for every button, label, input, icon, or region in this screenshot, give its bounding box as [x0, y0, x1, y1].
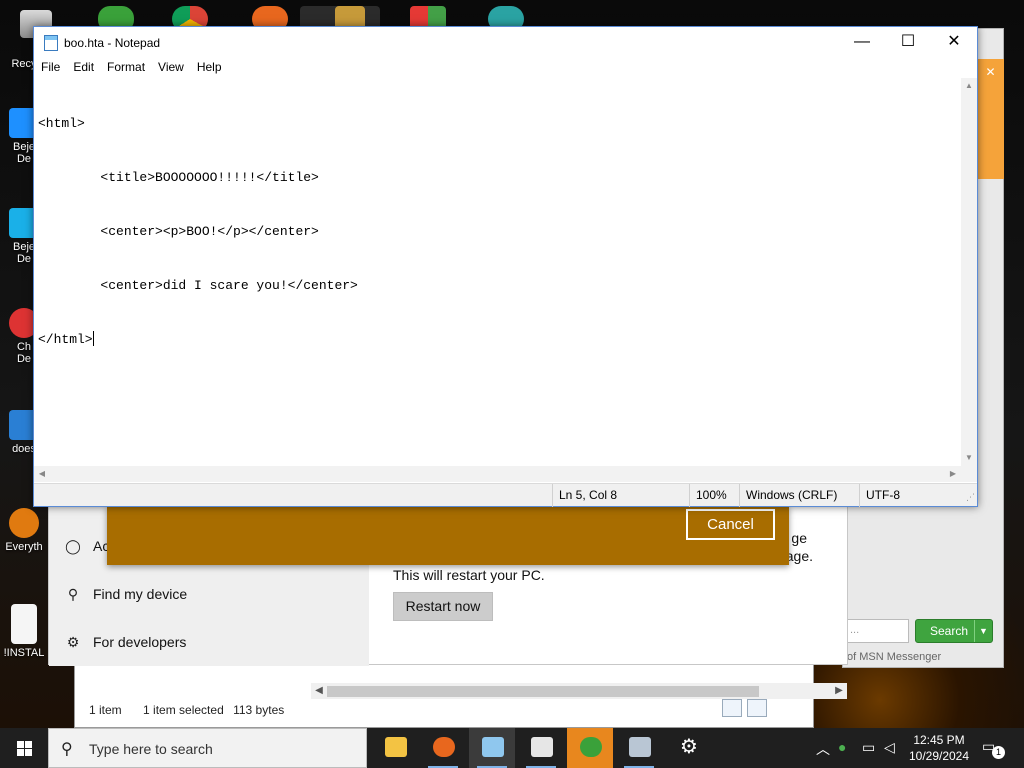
resize-grip-icon[interactable]: ⋰	[966, 492, 975, 503]
scrollbar-corner	[961, 466, 977, 482]
firefox-icon	[433, 737, 455, 757]
restart-now-button[interactable]: Restart now	[393, 592, 493, 621]
explorer-status-bar: 1 item 1 item selected 113 bytes	[89, 703, 285, 717]
person-pin-icon: ⚲	[67, 586, 79, 602]
close-button[interactable]: ✕	[931, 27, 977, 57]
cursor-position: Ln 5, Col 8	[552, 484, 684, 507]
volume-icon[interactable]: ◁	[884, 739, 895, 756]
menu-help[interactable]: Help	[190, 58, 228, 74]
clock-time: 12:45 PM	[913, 733, 965, 747]
taskbar-firefox[interactable]	[420, 728, 466, 768]
editor-line-last: </html>	[38, 331, 94, 347]
settings-nav-item-find-my-device[interactable]: ⚲ Find my device	[63, 586, 187, 608]
editor-line: <center><p>BOO!</p></center>	[38, 224, 319, 239]
notepad-window[interactable]: boo.hta - Notepad — ☐ ✕ File Edit Format Vi…	[33, 26, 978, 507]
menu-format[interactable]: Format	[100, 58, 151, 74]
text-caret	[92, 331, 94, 346]
menu-edit[interactable]: Edit	[66, 58, 100, 74]
notepad-title-bar[interactable]: boo.hta - Notepad — ☐ ✕	[34, 27, 977, 58]
maximize-button[interactable]: ☐	[885, 27, 931, 57]
vertical-scrollbar[interactable]: ▲ ▼	[961, 78, 977, 466]
taskbar-settings[interactable]: ⚙	[665, 728, 711, 768]
gear-icon: ⚙	[680, 736, 698, 758]
text-file-icon	[11, 604, 37, 644]
text-editor[interactable]: <html> <title>BOOOOOOO!!!!!</title> <cen…	[34, 78, 961, 466]
settings-nav-item-for-developers[interactable]: ⚙ For developers	[63, 634, 187, 656]
network-icon[interactable]: ▭	[862, 739, 875, 756]
taskbar-file-explorer[interactable]	[372, 728, 418, 768]
msn-side-panel: ✕	[977, 59, 1004, 179]
search-icon: ⚲	[61, 741, 73, 758]
search-placeholder: Type here to search	[89, 741, 213, 757]
minimize-button[interactable]: —	[839, 27, 885, 57]
taskbar-app-2[interactable]	[616, 728, 662, 768]
chevron-up-icon[interactable]: ︿	[816, 739, 830, 759]
explorer-horizontal-scrollbar[interactable]: ◀ ▶	[311, 683, 847, 699]
restart-message: This will restart your PC.	[393, 567, 545, 583]
close-icon[interactable]: ✕	[977, 65, 1004, 79]
chevron-down-icon[interactable]: ▼	[974, 620, 992, 642]
messenger-tray-icon[interactable]: ●	[838, 739, 846, 755]
windows-logo-icon	[17, 741, 24, 748]
update-dialog: Cancel	[107, 505, 789, 565]
window-title: boo.hta - Notepad	[64, 36, 161, 50]
msn-search-button[interactable]: Search ▼	[915, 619, 993, 643]
system-clock[interactable]: 12:45 PM 10/29/2024	[906, 732, 972, 764]
desktop-icon-everything[interactable]: Everyth	[2, 508, 46, 553]
menu-bar: File Edit Format View Help	[34, 58, 977, 78]
taskbar-search-box[interactable]: ⚲ Type here to search	[48, 728, 367, 768]
cancel-button[interactable]: Cancel	[686, 509, 775, 540]
taskbar: ⚲ Type here to search ⚙ ︿ ● ▭ ◁ 12:45 PM…	[0, 728, 1024, 768]
menu-view[interactable]: View	[151, 58, 190, 74]
scroll-left-icon[interactable]: ◀	[34, 466, 50, 482]
scroll-thumb[interactable]	[327, 686, 759, 697]
scroll-down-icon[interactable]: ▼	[961, 450, 977, 466]
editor-line: <title>BOOOOOOO!!!!!</title>	[38, 170, 319, 185]
desktop-icon-install[interactable]: !INSTAL	[2, 604, 46, 659]
taskbar-notepad[interactable]	[469, 728, 515, 768]
status-bar: Ln 5, Col 8 100% Windows (CRLF) UTF-8 ⋰	[34, 483, 977, 507]
scroll-right-icon[interactable]: ▶	[831, 683, 847, 699]
clipped-text: ge	[791, 530, 807, 546]
developer-tools-icon: ⚙	[66, 634, 80, 650]
view-toggle-group	[720, 699, 767, 720]
windows-logo-tile	[25, 749, 32, 756]
notification-center-icon[interactable]: ▭ 1	[982, 738, 1005, 759]
notepad-icon	[482, 737, 504, 757]
line-ending: Windows (CRLF)	[739, 484, 859, 507]
editor-line: <center>did I scare you!</center>	[38, 278, 358, 293]
everything-search-icon	[9, 508, 39, 538]
msn-users-icon	[580, 737, 602, 757]
zoom-level: 100%	[689, 484, 739, 507]
editor-line: <html>	[38, 116, 85, 131]
folder-icon	[385, 737, 407, 757]
msn-footer-text: of MSN Messenger	[847, 651, 942, 663]
horizontal-scrollbar[interactable]: ◀ ▶	[34, 466, 961, 482]
menu-file[interactable]: File	[34, 58, 66, 74]
taskbar-app[interactable]	[518, 728, 564, 768]
scroll-right-icon[interactable]: ▶	[945, 466, 961, 482]
settings-nav-item-activation[interactable]: ◯ Ac	[63, 538, 109, 560]
large-icons-view-icon[interactable]	[747, 699, 767, 717]
taskbar-msn-messenger[interactable]	[567, 728, 613, 768]
computer-icon	[629, 737, 651, 757]
start-button[interactable]	[0, 728, 48, 768]
windows-logo-tile	[25, 741, 32, 748]
check-circle-icon: ◯	[65, 538, 81, 554]
clock-date: 10/29/2024	[908, 749, 970, 763]
encoding: UTF-8	[859, 484, 959, 507]
clipped-text: age.	[785, 548, 813, 564]
details-view-icon[interactable]	[721, 699, 742, 717]
notepad-icon	[44, 35, 58, 51]
windows-logo-tile	[17, 749, 24, 756]
scroll-up-icon[interactable]: ▲	[961, 78, 977, 94]
notification-badge: 1	[992, 746, 1005, 759]
msn-search-input[interactable]: ...	[847, 619, 909, 643]
scroll-left-icon[interactable]: ◀	[311, 683, 327, 699]
window-app-icon	[531, 737, 553, 757]
